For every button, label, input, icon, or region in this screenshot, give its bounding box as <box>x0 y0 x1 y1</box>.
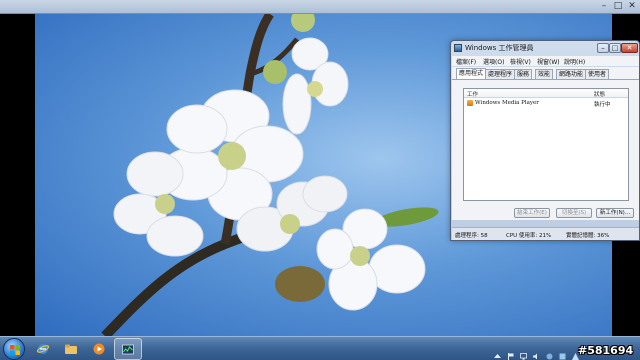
status-bar: 處理程序: 58 CPU 使用率: 21% 實體記憶體: 36% <box>452 227 639 240</box>
tab-performance[interactable]: 效能 <box>535 69 554 79</box>
tab-users[interactable]: 使用者 <box>585 69 610 79</box>
taskbar <box>0 336 640 360</box>
new-task-button[interactable]: 新工作(N)... <box>596 208 634 218</box>
task-status: 執行中 <box>594 102 611 108</box>
media-player-icon <box>93 343 105 355</box>
menu-options[interactable]: 選項(O) <box>483 57 504 66</box>
column-status[interactable]: 狀態 <box>594 90 605 98</box>
column-task[interactable]: 工作 <box>467 90 478 98</box>
task-name: Windows Media Player <box>475 100 539 106</box>
process-count: 處理程序: 58 <box>455 233 488 239</box>
action-center-icon[interactable] <box>507 345 514 360</box>
task-manager-title-bar[interactable]: Windows 工作管理員 – □ ✕ <box>451 41 639 55</box>
tab-networking[interactable]: 網路功能 <box>556 69 587 79</box>
tray-app-icon[interactable] <box>546 345 553 360</box>
switch-to-button[interactable]: 切換至(S) <box>556 208 592 218</box>
tray-app-icon[interactable] <box>559 345 566 360</box>
start-button[interactable] <box>3 338 25 360</box>
task-manager-title: Windows 工作管理員 <box>465 44 534 52</box>
watermark: #581694 <box>578 344 634 357</box>
taskbar-media-player[interactable] <box>86 338 112 360</box>
menu-windows[interactable]: 視窗(W) <box>537 57 560 66</box>
tab-services[interactable]: 服務 <box>514 69 533 79</box>
letterbox-left <box>0 14 35 336</box>
volume-icon[interactable] <box>533 345 540 360</box>
task-manager-window[interactable]: Windows 工作管理員 – □ ✕ 檔案(F) 選項(O) 檢視(V) 視窗… <box>450 40 640 241</box>
task-manager-minimize-button[interactable]: – <box>597 43 609 53</box>
task-manager-icon <box>122 344 134 355</box>
applications-panel: 工作 狀態 Windows Media Player 執行中 結束工作(E) 切… <box>452 79 639 220</box>
show-hidden-icons-icon[interactable] <box>494 345 501 358</box>
task-manager-app-icon <box>454 44 462 52</box>
window-title-bar: – □ ✕ <box>0 0 640 14</box>
end-task-button[interactable]: 結束工作(E) <box>514 208 550 218</box>
taskbar-task-manager[interactable] <box>114 338 142 360</box>
list-header: 工作 狀態 <box>464 89 628 98</box>
tab-processes[interactable]: 處理程序 <box>485 69 516 79</box>
menu-file[interactable]: 檔案(F) <box>456 57 476 66</box>
menu-bar: 檔案(F) 選項(O) 檢視(V) 視窗(W) 說明(H) <box>452 56 639 66</box>
taskbar-windows-explorer[interactable] <box>58 338 84 360</box>
list-item[interactable]: Windows Media Player 執行中 <box>464 99 628 108</box>
tab-strip: 應用程式 處理程序 服務 效能 網路功能 使用者 <box>452 67 639 79</box>
cpu-usage: CPU 使用率: 21% <box>506 233 552 239</box>
menu-help[interactable]: 說明(H) <box>564 57 585 66</box>
applications-list[interactable]: 工作 狀態 Windows Media Player 執行中 <box>463 88 629 201</box>
windows-explorer-icon <box>65 344 77 354</box>
close-button[interactable]: ✕ <box>626 1 638 12</box>
start-icon <box>10 345 20 355</box>
menu-view[interactable]: 檢視(V) <box>510 57 531 66</box>
media-player-icon <box>467 100 473 106</box>
task-manager-close-button[interactable]: ✕ <box>621 43 638 53</box>
task-manager-maximize-button[interactable]: □ <box>609 43 621 53</box>
internet-explorer-icon <box>37 344 49 354</box>
minimize-button[interactable]: – <box>598 1 610 12</box>
memory-usage: 實體記憶體: 36% <box>566 233 610 239</box>
maximize-button[interactable]: □ <box>612 1 624 12</box>
tab-applications[interactable]: 應用程式 <box>456 68 487 79</box>
taskbar-internet-explorer[interactable] <box>30 338 56 360</box>
network-icon[interactable] <box>520 345 527 360</box>
